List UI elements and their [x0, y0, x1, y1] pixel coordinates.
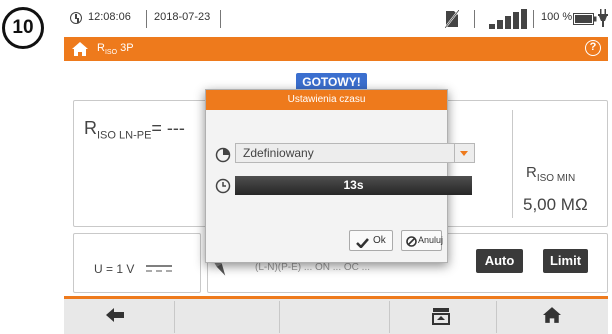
page-title: RISO 3P	[97, 42, 134, 57]
divider	[496, 301, 497, 333]
rmin-label: RISO MIN	[526, 164, 576, 184]
step-number-badge: 10	[2, 7, 44, 49]
divider	[474, 10, 475, 28]
divider	[389, 301, 390, 333]
save-memory-icon[interactable]	[431, 306, 451, 331]
ok-label: Ok	[373, 235, 386, 246]
rmin-value: 5,00 MΩ	[523, 195, 588, 214]
divider	[279, 301, 280, 333]
time-value-field[interactable]: 13s	[235, 176, 472, 195]
signal-bars-icon	[489, 9, 527, 32]
dc-symbol-icon	[146, 261, 172, 272]
result-label: RISO LN-PE= ---	[84, 118, 185, 142]
divider	[533, 10, 534, 28]
bottom-toolbar	[64, 296, 608, 334]
no-sim-icon	[444, 9, 460, 31]
battery-icon	[573, 13, 597, 28]
status-time: 12:08:06	[88, 11, 131, 23]
partial-settings-text: (L-N)(P-E) ... ON ... OC ...	[255, 262, 370, 273]
time-mode-value: Zdefiniowany	[243, 146, 314, 160]
time-mode-dropdown[interactable]: Zdefiniowany	[235, 143, 475, 163]
voltage-panel[interactable]	[73, 233, 201, 293]
time-settings-dialog: Ustawienia czasu Zdefiniowany 13s Ok Anu…	[205, 89, 475, 263]
power-plug-icon	[598, 9, 608, 30]
dialog-title: Ustawienia czasu	[206, 90, 447, 110]
check-icon	[356, 236, 369, 255]
ok-button[interactable]: Ok	[349, 230, 393, 251]
status-bar: 12:08:06 2018-07-23 100 %	[64, 8, 608, 32]
clock-icon	[70, 12, 82, 24]
timer-icon	[215, 147, 231, 167]
status-date: 2018-07-23	[154, 11, 211, 23]
divider	[512, 110, 513, 218]
voltage-label: U = 1 V	[94, 262, 135, 276]
auto-button[interactable]: Auto	[476, 249, 523, 273]
home-icon[interactable]	[543, 307, 561, 328]
clock-icon	[215, 178, 231, 198]
divider	[146, 10, 147, 28]
cancel-icon	[406, 235, 417, 254]
cancel-label: Anuluj	[418, 235, 444, 245]
dropdown-arrow-icon[interactable]	[454, 144, 474, 162]
arrow-left-icon[interactable]	[106, 308, 124, 327]
divider	[220, 10, 221, 28]
app-header: RISO 3P ?	[64, 37, 608, 61]
divider	[174, 301, 175, 333]
home-icon[interactable]	[72, 42, 88, 61]
cancel-button[interactable]: Anuluj	[401, 230, 444, 254]
limit-button[interactable]: Limit	[543, 249, 588, 273]
battery-percent: 100 %	[541, 11, 573, 23]
help-icon[interactable]: ?	[585, 40, 601, 56]
